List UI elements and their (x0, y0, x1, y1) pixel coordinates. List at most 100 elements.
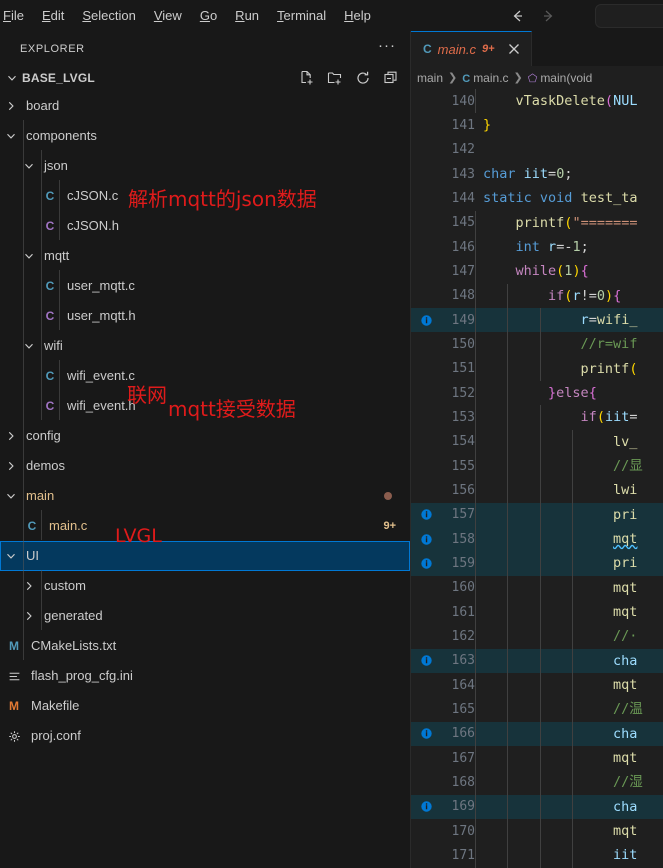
tree-folder-custom[interactable]: custom (0, 571, 410, 601)
code-line[interactable]: 147 while(1){ (411, 259, 663, 283)
chevron-right-icon[interactable] (2, 427, 20, 445)
code-line[interactable]: 142 (411, 138, 663, 162)
code-text[interactable]: mqt (483, 673, 663, 697)
new-file-icon[interactable] (298, 69, 316, 87)
code-line[interactable]: 149 r=wifi_ (411, 307, 663, 333)
code-text[interactable]: char iit=0; (483, 162, 663, 186)
code-text[interactable]: mqt (483, 600, 663, 624)
command-center[interactable] (595, 4, 663, 28)
chevron-down-icon[interactable] (4, 70, 20, 86)
code-line[interactable]: 153 if(iit= (411, 405, 663, 429)
arrow-left-icon[interactable] (509, 7, 527, 25)
refresh-icon[interactable] (354, 69, 372, 87)
inline-breakpoint-icon[interactable] (420, 654, 433, 667)
chevron-right-icon[interactable] (2, 97, 20, 115)
code-text[interactable]: //温 (483, 697, 663, 721)
menu-item-run[interactable]: Run (226, 5, 268, 27)
editor-gutter[interactable] (411, 508, 441, 521)
inline-breakpoint-icon[interactable] (420, 557, 433, 570)
breadcrumb-item-folder[interactable]: main (417, 71, 443, 85)
chevron-down-icon[interactable] (2, 487, 20, 505)
code-line[interactable]: 141} (411, 113, 663, 137)
code-text[interactable]: mqt (483, 576, 663, 600)
tab-main-c[interactable]: C main.c 9+ (411, 31, 532, 66)
tree-folder-wifi[interactable]: wifi (0, 331, 410, 361)
code-line[interactable]: 171 iit (411, 843, 663, 867)
code-line[interactable]: 151 printf( (411, 357, 663, 381)
code-line[interactable]: 158 mqt (411, 526, 663, 552)
tree-file-proj-conf[interactable]: proj.conf (0, 721, 410, 751)
code-line[interactable]: 160 mqt (411, 576, 663, 600)
code-text[interactable]: int r=-1; (483, 235, 663, 259)
tree-file-wifi-event-c[interactable]: Cwifi_event.c (0, 361, 410, 391)
tree-file-user-mqtt-h[interactable]: Cuser_mqtt.h (0, 301, 410, 331)
menu-item-file[interactable]: File (0, 5, 33, 27)
inline-breakpoint-icon[interactable] (420, 508, 433, 521)
code-text[interactable]: //湿 (483, 770, 663, 794)
code-text[interactable]: pri (483, 503, 663, 527)
code-line[interactable]: 167 mqt (411, 746, 663, 770)
code-text[interactable]: mqt (483, 819, 663, 843)
code-text[interactable]: if(iit= (483, 405, 663, 429)
code-text[interactable]: r=wifi_ (483, 308, 663, 332)
code-line[interactable]: 159 pri (411, 551, 663, 576)
code-text[interactable]: printf("======= (483, 211, 663, 235)
chevron-down-icon[interactable] (2, 547, 20, 565)
code-text[interactable]: //r=wif (483, 332, 663, 356)
code-text[interactable]: pri (483, 551, 663, 575)
tree-folder-config[interactable]: config (0, 421, 410, 451)
code-line[interactable]: 168 //湿 (411, 770, 663, 794)
tree-file-wifi-event-h[interactable]: Cwifi_event.h (0, 391, 410, 421)
inline-breakpoint-icon[interactable] (420, 800, 433, 813)
inline-breakpoint-icon[interactable] (420, 727, 433, 740)
breadcrumb-item-symbol[interactable]: ⬠ main(void (528, 71, 593, 85)
menu-item-selection[interactable]: Selection (73, 5, 144, 27)
breadcrumb-item-file[interactable]: Cmain.c (462, 71, 508, 85)
code-text[interactable]: //显 (483, 454, 663, 478)
new-folder-icon[interactable] (326, 69, 344, 87)
code-line[interactable]: 156 lwi (411, 478, 663, 502)
code-text[interactable]: while(1){ (483, 259, 663, 283)
explorer-more-actions-icon[interactable]: ··· (378, 38, 396, 57)
code-line[interactable]: 166 cha (411, 721, 663, 746)
code-text[interactable]: lv_ (483, 430, 663, 454)
code-line[interactable]: 155 //显 (411, 454, 663, 478)
code-line[interactable]: 144 static void test_ta (411, 186, 663, 210)
explorer-root-row[interactable]: BASE_LVGL (0, 66, 410, 90)
code-text[interactable]: if(r!=0){ (483, 284, 663, 308)
tree-folder-main[interactable]: main (0, 481, 410, 511)
code-text[interactable]: mqt (483, 527, 663, 551)
code-line[interactable]: 148 if(r!=0){ (411, 284, 663, 308)
tree-folder-json[interactable]: json (0, 151, 410, 181)
file-tree[interactable]: board components json CcJSON.c CcJSON.h mqtt C… (0, 90, 410, 868)
tree-folder-mqtt[interactable]: mqtt (0, 241, 410, 271)
code-line[interactable]: 161 mqt (411, 600, 663, 624)
code-line[interactable]: 165 //温 (411, 697, 663, 721)
menu-item-go[interactable]: Go (191, 5, 226, 27)
editor-gutter[interactable] (411, 727, 441, 740)
menu-item-terminal[interactable]: Terminal (268, 5, 335, 27)
code-line[interactable]: 157 pri (411, 502, 663, 527)
editor-gutter[interactable] (411, 314, 441, 327)
tree-file-cmakelists-txt[interactable]: M CMakeLists.txt (0, 631, 410, 661)
code-line[interactable]: 154 lv_ (411, 430, 663, 454)
tree-file-cjson-h[interactable]: CcJSON.h (0, 211, 410, 241)
code-text[interactable]: static void test_ta (483, 186, 663, 210)
inline-breakpoint-icon[interactable] (420, 533, 433, 546)
tree-folder-board[interactable]: board (0, 91, 410, 121)
chevron-down-icon[interactable] (2, 127, 20, 145)
code-text[interactable]: mqt (483, 746, 663, 770)
editor-gutter[interactable] (411, 800, 441, 813)
code-line[interactable]: 150 //r=wif (411, 332, 663, 356)
tree-file-makefile[interactable]: M Makefile (0, 691, 410, 721)
collapse-all-icon[interactable] (382, 69, 400, 87)
arrow-right-icon[interactable] (539, 7, 557, 25)
tree-folder-ui[interactable]: UI (0, 541, 410, 571)
code-line[interactable]: 146 int r=-1; (411, 235, 663, 259)
code-line[interactable]: 140 vTaskDelete(NUL (411, 89, 663, 113)
code-text[interactable]: cha (483, 649, 663, 673)
tree-folder-components[interactable]: components (0, 121, 410, 151)
code-text[interactable]: cha (483, 722, 663, 746)
inline-breakpoint-icon[interactable] (420, 314, 433, 327)
editor-gutter[interactable] (411, 654, 441, 667)
